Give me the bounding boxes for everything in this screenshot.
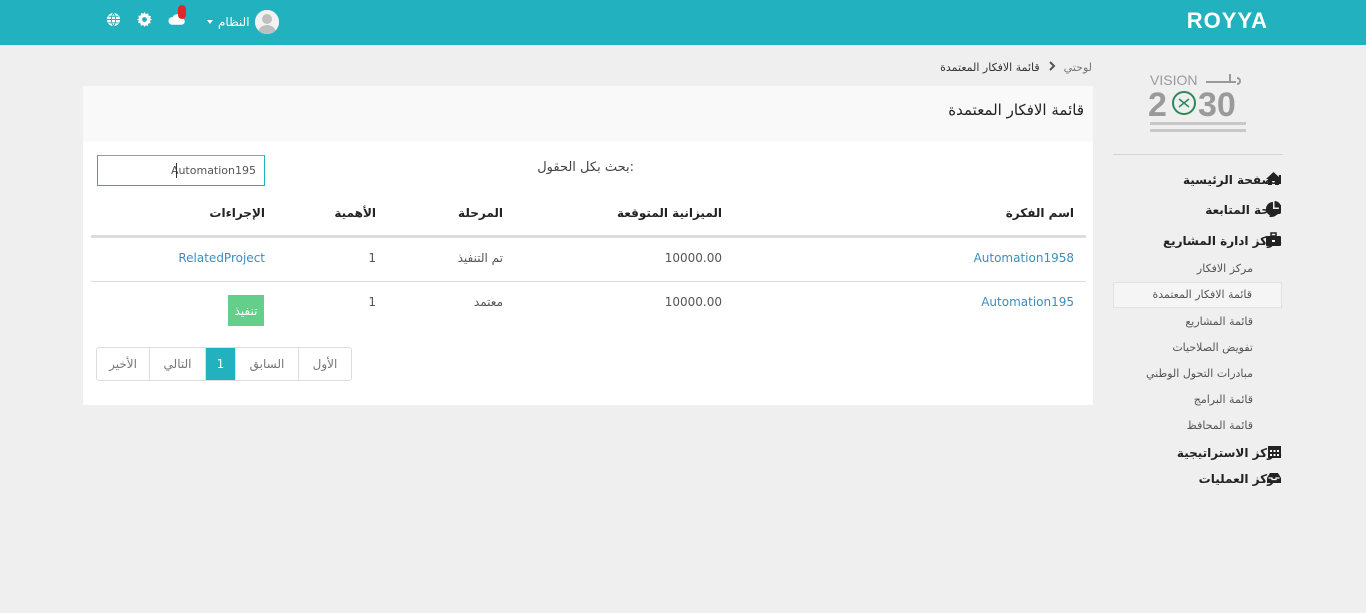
- table-header-divider: [91, 235, 1086, 238]
- sidebar-subitem-portfolios-list[interactable]: قائمة المحافظ: [1187, 419, 1253, 432]
- column-header-budget[interactable]: الميزانية المتوقعة: [617, 206, 722, 220]
- budget-cell: 10000.00: [664, 295, 722, 309]
- pagination-next[interactable]: التالي: [150, 348, 206, 380]
- page-title: قائمة الافكار المعتمدة: [948, 101, 1084, 119]
- sidebar-subitem-ntp-initiatives[interactable]: مبادرات التحول الوطني: [1146, 367, 1253, 380]
- table-row-divider: [91, 281, 1086, 282]
- user-menu[interactable]: النظام: [207, 10, 279, 34]
- user-name: النظام: [218, 15, 250, 29]
- gear-icon[interactable]: [137, 12, 153, 28]
- notification-badge: [178, 5, 186, 19]
- budget-cell: 10000.00: [664, 251, 722, 265]
- stage-cell: معتمد: [473, 295, 503, 309]
- breadcrumb-home[interactable]: لوحتي: [1064, 61, 1092, 74]
- home-icon: [1265, 171, 1282, 186]
- sidebar-subitem-approved-ideas[interactable]: قائمة الافكار المعتمدة: [1152, 288, 1252, 301]
- top-navbar: ROYYA النظام: [0, 0, 1366, 45]
- related-project-link[interactable]: RelatedProject: [178, 251, 265, 265]
- column-header-stage[interactable]: المرحلة: [458, 206, 503, 220]
- vision-2030-logo: VISION 2 30: [1140, 66, 1252, 138]
- column-header-importance[interactable]: الأهمية: [334, 206, 376, 220]
- idea-name-link[interactable]: Automation195: [981, 295, 1074, 309]
- sidebar-subitem-ideas-center[interactable]: مركز الافكار: [1197, 262, 1253, 275]
- breadcrumb-current: قائمة الافكار المعتمدة: [940, 61, 1040, 74]
- column-header-actions[interactable]: الإجراءات: [209, 206, 265, 220]
- caret-down-icon: [207, 20, 213, 24]
- importance-cell: 1: [368, 295, 376, 309]
- column-header-idea-name[interactable]: اسم الفكرة: [1006, 206, 1074, 220]
- breadcrumb: قائمة الافكار المعتمدة لوحتي: [940, 61, 1092, 74]
- globe-icon[interactable]: [106, 12, 122, 28]
- execute-button[interactable]: تنفيذ: [228, 295, 264, 326]
- inbox-icon: [1266, 470, 1283, 485]
- pagination-current-page[interactable]: 1: [206, 348, 236, 380]
- sidebar-divider: [1113, 154, 1283, 155]
- sidebar-subitem-delegation[interactable]: تفويض الصلاحيات: [1172, 341, 1253, 354]
- importance-cell: 1: [368, 251, 376, 265]
- briefcase-icon: [1265, 232, 1282, 247]
- sidebar-subitem-projects-list[interactable]: قائمة المشاريع: [1185, 315, 1253, 328]
- search-label: بحث بكل الحقول:: [537, 160, 634, 175]
- svg-text:30: 30: [1198, 86, 1236, 124]
- card-header: قائمة الافكار المعتمدة: [83, 86, 1093, 142]
- sidebar-subitem-programs-list[interactable]: قائمة البرامج: [1194, 393, 1253, 406]
- svg-text:2: 2: [1148, 86, 1167, 124]
- avatar: [254, 10, 279, 34]
- brand-logo[interactable]: ROYYA: [1187, 8, 1268, 34]
- pagination: الأخير التالي 1 السابق الأول: [96, 347, 352, 381]
- stage-cell: تم التنفيذ: [457, 251, 503, 265]
- calendar-icon: [1267, 444, 1284, 459]
- search-input[interactable]: [97, 155, 265, 186]
- pie-chart-icon: [1265, 201, 1282, 216]
- text-cursor: [176, 163, 177, 178]
- pagination-last[interactable]: الأخير: [97, 348, 150, 380]
- chevron-right-icon: [1048, 61, 1056, 74]
- pagination-first[interactable]: الأول: [299, 348, 351, 380]
- pagination-prev[interactable]: السابق: [236, 348, 299, 380]
- idea-name-link[interactable]: Automation1958: [974, 251, 1074, 265]
